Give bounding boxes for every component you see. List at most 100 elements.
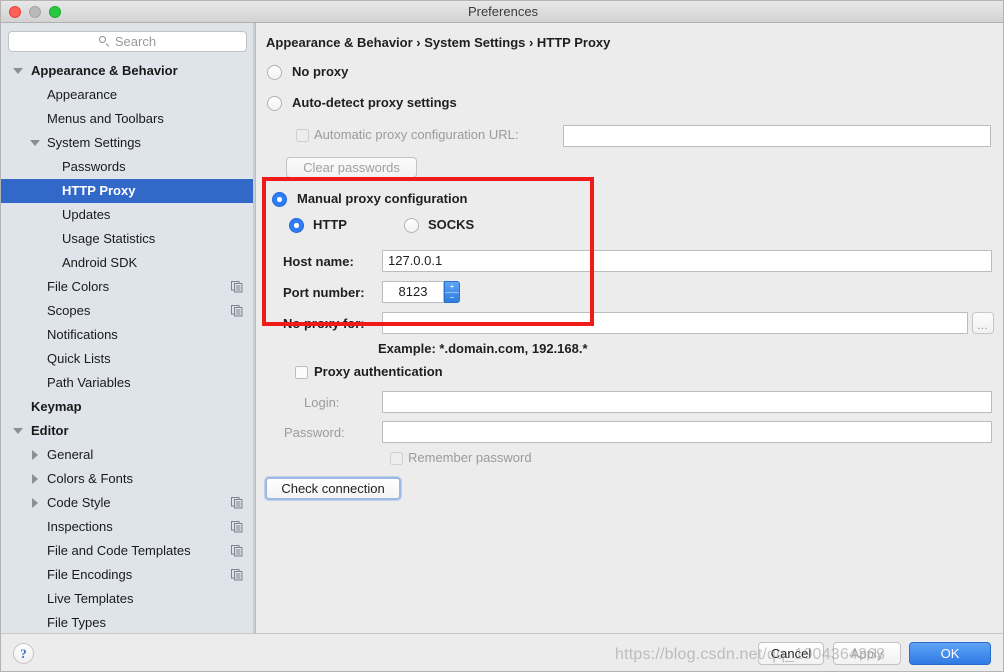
label-remember-password: Remember password [408,450,532,465]
ok-button[interactable]: OK [909,642,991,665]
radio-auto-detect[interactable] [267,96,282,111]
example-text: Example: *.domain.com, 192.168.* [378,341,588,356]
sidebar-item-appearance[interactable]: Appearance [1,83,255,107]
http-proxy-panel: Appearance & Behavior › System Settings … [256,23,1003,633]
sidebar-item-notifications[interactable]: Notifications [1,323,255,347]
sidebar-item-menus-and-toolbars[interactable]: Menus and Toolbars [1,107,255,131]
sidebar-item-label: Editor [31,423,69,438]
sidebar-item-live-templates[interactable]: Live Templates [1,587,255,611]
radio-socks[interactable] [404,218,419,233]
search-inner: Search [9,32,246,51]
chevron-right-icon[interactable] [32,474,38,484]
sidebar-item-label: Appearance [47,87,118,102]
settings-sidebar: Search Appearance & Behavior Appearance Me… [1,23,255,633]
stepper-decrement-icon[interactable]: − [445,292,459,303]
browse-no-proxy-button[interactable]: … [972,312,994,334]
sidebar-item-passwords[interactable]: Passwords [1,155,255,179]
chevron-down-icon[interactable] [13,68,23,74]
copy-settings-icon[interactable] [231,545,243,557]
sidebar-item-appearance-behavior[interactable]: Appearance & Behavior [1,59,255,83]
sidebar-item-label: Inspections [47,519,113,534]
label-http: HTTP [313,217,347,232]
clear-passwords-button[interactable]: Clear passwords [286,157,417,178]
ellipsis-icon: … [977,320,989,332]
copy-settings-icon[interactable] [231,305,243,317]
sidebar-item-inspections[interactable]: Inspections [1,515,255,539]
sidebar-item-general[interactable]: General [1,443,255,467]
check-connection-button[interactable]: Check connection [265,477,401,500]
chevron-down-icon[interactable] [13,428,23,434]
chevron-right-icon[interactable] [32,498,38,508]
radio-http[interactable] [289,218,304,233]
sidebar-item-usage-statistics[interactable]: Usage Statistics [1,227,255,251]
sidebar-item-label: Appearance & Behavior [31,63,178,78]
stepper-increment-icon[interactable]: + [445,282,459,292]
input-auto-config-url[interactable] [563,125,991,147]
checkbox-auto-config-url[interactable] [296,129,309,142]
sidebar-item-label: File Colors [47,279,110,294]
port-number-stepper[interactable]: + − [444,281,460,303]
sidebar-item-system-settings[interactable]: System Settings [1,131,255,155]
input-port-number[interactable]: 8123 [382,281,444,303]
label-port-number: Port number: [283,285,365,300]
sidebar-item-label: Notifications [47,327,118,342]
chevron-down-icon[interactable] [30,140,40,146]
sidebar-item-file-encodings[interactable]: File Encodings [1,563,255,587]
sidebar-item-label: Path Variables [47,375,131,390]
checkbox-remember-password[interactable] [390,452,403,465]
breadcrumb: Appearance & Behavior › System Settings … [266,35,611,50]
sidebar-item-label: File Types [47,615,107,630]
sidebar-item-label: Live Templates [47,591,134,606]
sidebar-item-label: Colors & Fonts [47,471,133,486]
sidebar-item-label: File and Code Templates [47,543,191,558]
sidebar-item-keymap[interactable]: Keymap [1,395,255,419]
copy-settings-icon[interactable] [231,521,243,533]
sidebar-item-file-colors[interactable]: File Colors [1,275,255,299]
input-no-proxy-for[interactable] [382,312,968,334]
label-no-proxy-for: No proxy for: [283,316,365,331]
sidebar-item-colors-fonts[interactable]: Colors & Fonts [1,467,255,491]
copy-settings-icon[interactable] [231,569,243,581]
label-password: Password: [284,425,345,440]
sidebar-item-path-variables[interactable]: Path Variables [1,371,255,395]
sidebar-item-label: Menus and Toolbars [47,111,164,126]
sidebar-item-label: Keymap [31,399,82,414]
sidebar-item-label: System Settings [47,135,141,150]
help-button[interactable]: ? [13,643,34,664]
label-auto-detect: Auto-detect proxy settings [292,95,457,110]
sidebar-item-label: HTTP Proxy [62,183,136,198]
label-proxy-authentication: Proxy authentication [314,364,443,379]
sidebar-item-label: Updates [62,207,111,222]
sidebar-item-editor[interactable]: Editor [1,419,255,443]
label-host-name: Host name: [283,254,354,269]
chevron-right-icon[interactable] [32,450,38,460]
label-manual-proxy: Manual proxy configuration [297,191,468,206]
apply-button[interactable]: Apply [833,642,901,665]
checkbox-proxy-authentication[interactable] [295,366,308,379]
settings-tree: Appearance & Behavior Appearance Menus and… [1,59,255,633]
sidebar-item-file-and-code-templates[interactable]: File and Code Templates [1,539,255,563]
search-input[interactable]: Search [8,31,247,52]
sidebar-item-scopes[interactable]: Scopes [1,299,255,323]
copy-settings-icon[interactable] [231,497,243,509]
input-host-name[interactable]: 127.0.0.1 [382,250,992,272]
sidebar-item-android-sdk[interactable]: Android SDK [1,251,255,275]
label-socks: SOCKS [428,217,475,232]
radio-no-proxy[interactable] [267,65,282,80]
search-field-wrapper: Search [8,31,247,52]
input-login[interactable] [382,391,992,413]
radio-manual-proxy[interactable] [272,192,287,207]
sidebar-item-label: Scopes [47,303,91,318]
input-password[interactable] [382,421,992,443]
label-no-proxy: No proxy [292,64,349,79]
dialog-footer: ? Cancel Apply OK [1,633,1003,671]
sidebar-item-http-proxy[interactable]: HTTP Proxy [1,179,255,203]
sidebar-item-label: Android SDK [62,255,138,270]
sidebar-item-code-style[interactable]: Code Style [1,491,255,515]
sidebar-item-label: General [47,447,94,462]
sidebar-item-quick-lists[interactable]: Quick Lists [1,347,255,371]
sidebar-item-file-types[interactable]: File Types [1,611,255,633]
copy-settings-icon[interactable] [231,281,243,293]
sidebar-item-updates[interactable]: Updates [1,203,255,227]
cancel-button[interactable]: Cancel [758,642,824,665]
